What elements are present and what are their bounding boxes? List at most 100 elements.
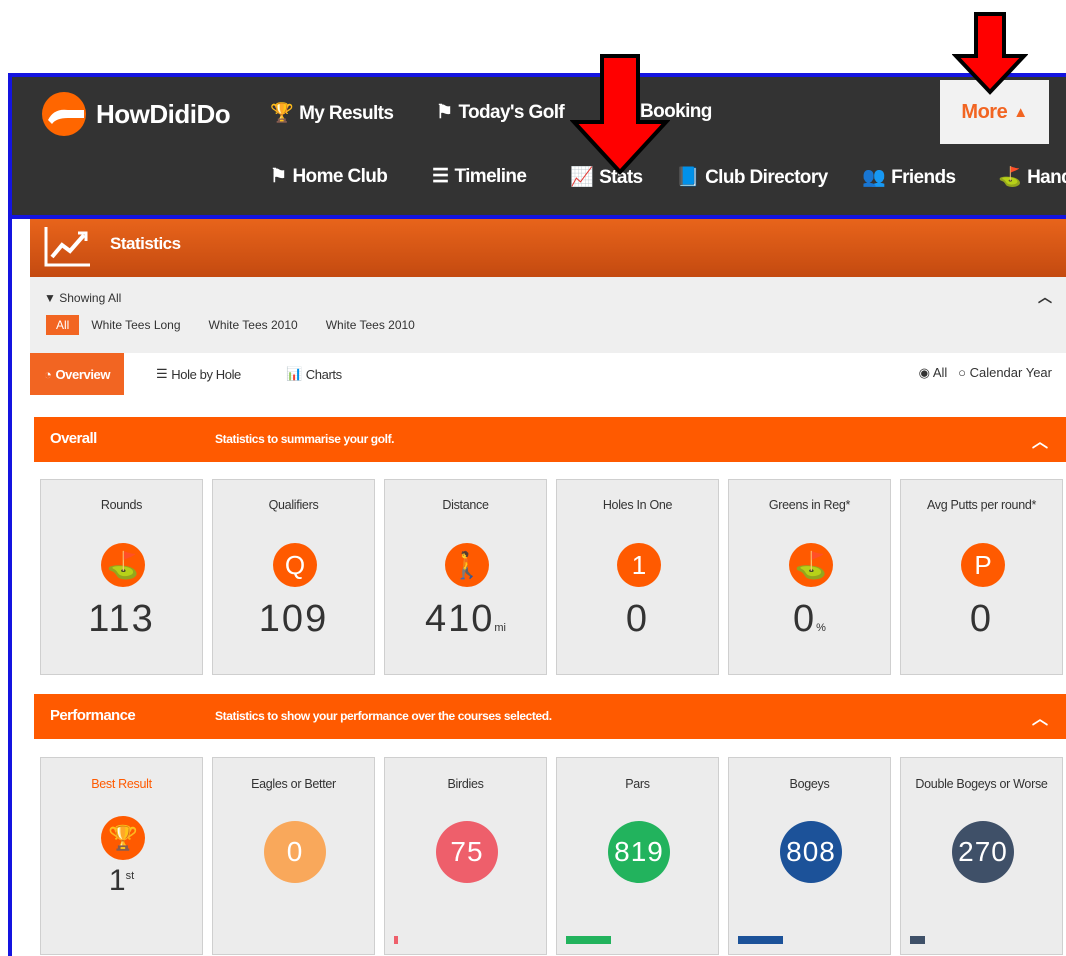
stat-card-eagles[interactable]: Eagles or Better 0 [212, 757, 375, 955]
stat-card-avg-putts: Avg Putts per round* P 0 [900, 479, 1063, 675]
card-value: 410mi [385, 598, 546, 641]
filter-option[interactable]: White Tees Long [91, 315, 192, 335]
section-description: Statistics to summarise your golf. [215, 432, 395, 446]
nav-friends[interactable]: 👥 Friends [862, 165, 956, 189]
filter-icon: ▼ [44, 291, 56, 305]
card-title: Bogeys [789, 777, 830, 791]
card-title: Double Bogeys or Worse [915, 777, 1048, 791]
handicap-icon: ⛳ [998, 167, 1022, 188]
radio-calendar-year[interactable]: ○ Calendar Year [958, 365, 1052, 380]
q-letter-icon: Q [273, 543, 317, 587]
section-name: Overall [50, 430, 97, 447]
chevron-up-icon[interactable]: ︿ [1032, 705, 1048, 729]
stat-card-double-bogeys[interactable]: Double Bogeys or Worse 270 [900, 757, 1063, 955]
dashboard-icon: ◔ [44, 366, 52, 382]
flag-icon: ⚑ [436, 102, 453, 123]
brand-name[interactable]: HowDidiDo [96, 99, 231, 130]
value: 109 [258, 598, 329, 640]
stat-card-best-result[interactable]: Best Result 🏆 1st [40, 757, 203, 955]
card-value: 0 [901, 598, 1062, 641]
stat-card-qualifiers: Qualifiers Q 109 [212, 479, 375, 675]
list-icon: ☰ [156, 366, 168, 381]
one-icon: 1 [617, 543, 661, 587]
red-arrow-more-icon [952, 12, 1028, 95]
card-title: Birdies [447, 777, 484, 791]
bar-chart-icon: 📊 [286, 366, 302, 381]
value-bubble: 808 [780, 821, 842, 883]
stat-card-pars[interactable]: Pars 819 [556, 757, 719, 955]
more-label: More [961, 100, 1008, 123]
users-icon: 👥 [862, 167, 886, 188]
line-chart-icon [44, 227, 90, 267]
radio-label: All [932, 365, 948, 380]
section-name: Performance [50, 707, 136, 724]
chevron-up-icon: ▲ [1013, 103, 1028, 121]
distribution-bar [394, 936, 398, 944]
stat-card-birdies[interactable]: Birdies 75 [384, 757, 547, 955]
filter-option-all[interactable]: All [46, 315, 80, 335]
ordinal-suffix: st [125, 870, 135, 882]
nav-label: Today's Golf [458, 102, 565, 123]
value: 0 [793, 598, 817, 640]
value-bubble: 819 [608, 821, 670, 883]
card-value: 1st [41, 864, 202, 898]
card-title: Best Result [91, 777, 152, 791]
section-overall[interactable]: Overall Statistics to summarise your gol… [34, 417, 1066, 462]
card-title: Greens in Reg* [768, 498, 851, 512]
card-title: Eagles or Better [251, 777, 336, 791]
trophy-icon: 🏆 [270, 103, 294, 124]
tab-charts[interactable]: 📊 Charts [286, 353, 342, 395]
card-value: 0% [729, 598, 890, 641]
card-value: 109 [213, 598, 374, 641]
top-navbar: HowDidiDo 🏆 My Results ⚑ Today's Golf Book… [12, 77, 1066, 215]
nav-timeline[interactable]: ☰ Timeline [432, 165, 527, 188]
value-bubble: 75 [436, 821, 498, 883]
showing-label: Showing All [59, 291, 122, 305]
nav-home-club[interactable]: ⚑ Home Club [270, 165, 388, 188]
value: 113 [88, 598, 155, 640]
card-title: Rounds [100, 498, 143, 512]
nav-label: My Results [299, 103, 394, 124]
value: 0 [625, 598, 650, 640]
walking-icon: 🚶 [445, 543, 489, 587]
nav-my-results[interactable]: 🏆 My Results [270, 101, 394, 125]
card-title: Holes In One [602, 498, 673, 512]
card-title: Distance [442, 498, 489, 512]
nav-club-directory[interactable]: 📘 Club Directory [676, 165, 828, 189]
stat-card-bogeys[interactable]: Bogeys 808 [728, 757, 891, 955]
stats-tabs: ◔ Overview ☰ Hole by Hole 📊 Charts ◉ All ○ … [30, 353, 1066, 395]
nav-handicap[interactable]: ⛳Hand [998, 165, 1066, 189]
nav-label: Friends [891, 167, 956, 188]
showing-filter[interactable]: ▼ Showing All [44, 291, 121, 305]
stat-card-rounds: Rounds ⛳ 113 [40, 479, 203, 675]
stat-card-holes-in-one: Holes In One 1 0 [556, 479, 719, 675]
period-selector: ◉ All ○ Calendar Year [919, 365, 1052, 381]
trophy-icon: 🏆 [101, 816, 145, 860]
nav-todays-golf[interactable]: ⚑ Today's Golf [436, 101, 565, 124]
tab-overview[interactable]: ◔ Overview [30, 353, 125, 395]
list-icon: ☰ [432, 166, 449, 187]
collapse-filter-icon[interactable]: ︿ [1038, 287, 1052, 307]
radio-all[interactable]: ◉ All [919, 365, 948, 380]
howdidido-logo-icon[interactable] [40, 90, 88, 138]
stat-card-distance: Distance 🚶 410mi [384, 479, 547, 675]
unit: % [816, 622, 826, 634]
tab-hole-by-hole[interactable]: ☰ Hole by Hole [156, 353, 241, 395]
filter-option[interactable]: White Tees 2010 [197, 315, 310, 335]
golf-flag-icon: ⛳ [789, 543, 833, 587]
nav-label: Club Directory [705, 167, 828, 188]
filter-option[interactable]: White Tees 2010 [314, 315, 427, 335]
card-value: 113 [41, 598, 202, 641]
distribution-bar [738, 936, 783, 944]
tab-label: Overview [55, 366, 111, 382]
nav-label: Hand [1027, 167, 1066, 188]
filter-options: All White Tees Long White Tees 2010 Whit… [46, 315, 431, 335]
distribution-bar [566, 936, 611, 944]
red-arrow-stats-icon [570, 54, 670, 175]
p-letter-icon: P [961, 543, 1005, 587]
book-icon: 📘 [676, 167, 700, 188]
tab-label: Charts [305, 366, 342, 382]
chevron-up-icon[interactable]: ︿ [1032, 428, 1048, 452]
value: 1 [108, 864, 126, 897]
section-performance[interactable]: Performance Statistics to show your perf… [34, 694, 1066, 739]
